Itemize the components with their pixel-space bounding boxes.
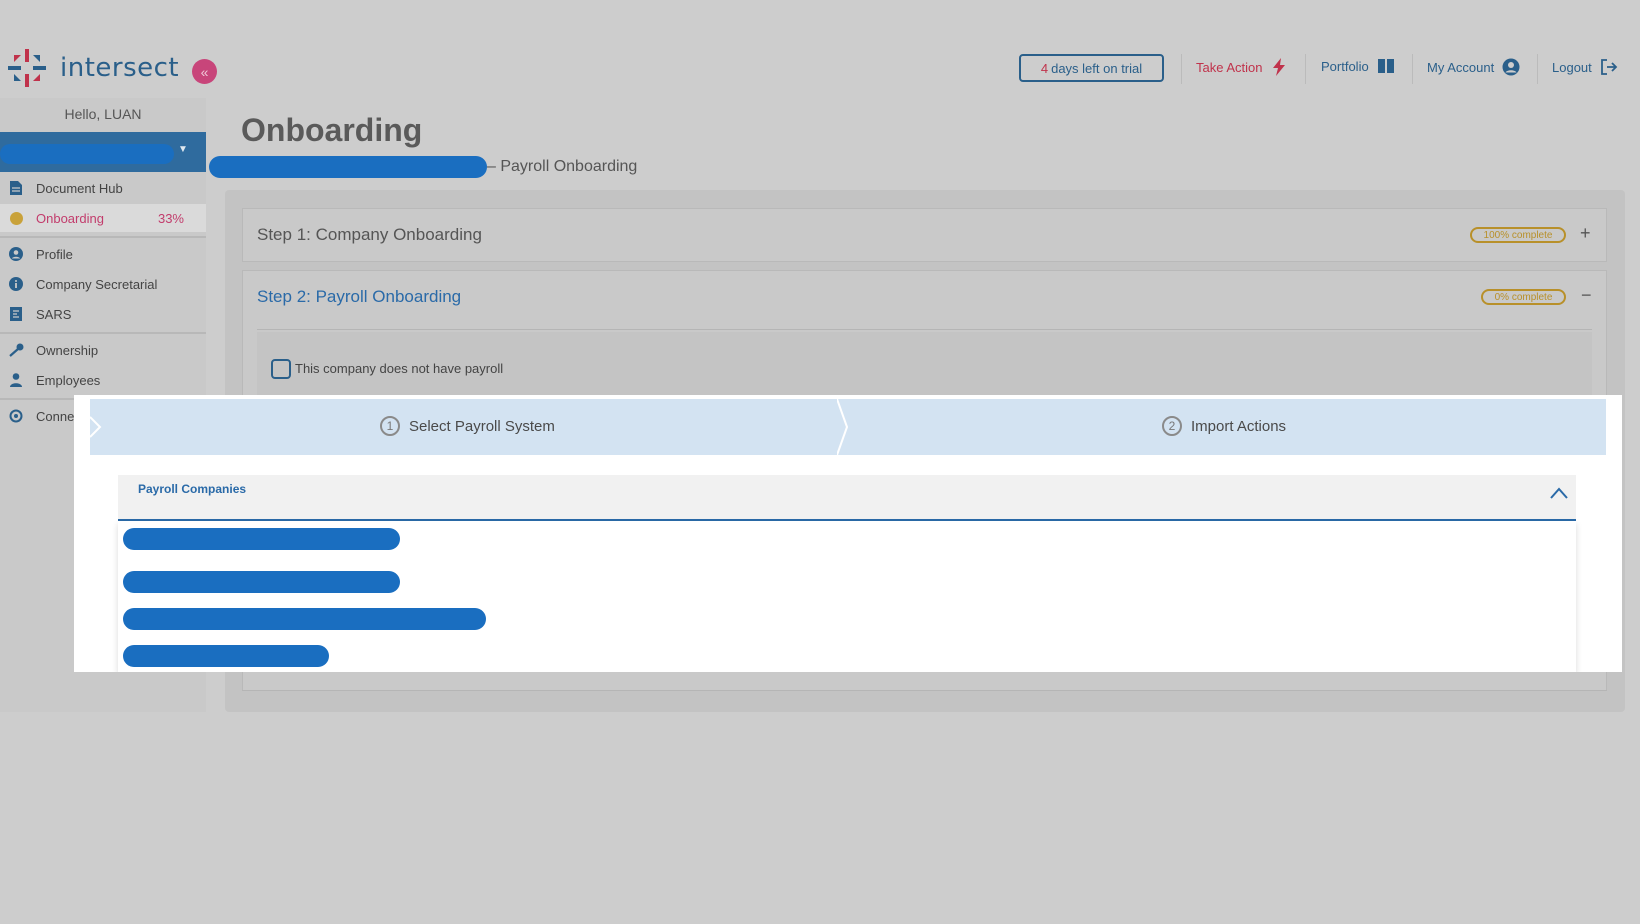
sidebar-item-label: Profile: [36, 246, 73, 262]
divider: [242, 690, 1607, 691]
divider: [257, 329, 1592, 330]
user-circle-icon: [8, 247, 24, 261]
wizard-step-select-payroll-system[interactable]: 1 Select Payroll System: [380, 416, 555, 436]
onboarding-percent: 33%: [157, 210, 184, 226]
sidebar-item-employees[interactable]: Employees: [0, 366, 206, 394]
greeting: Hello, LUAN: [64, 106, 142, 122]
expand-icon[interactable]: +: [1580, 223, 1591, 244]
wizard-step-label: Import Actions: [1191, 417, 1287, 435]
sidebar-item-onboarding[interactable]: Onboarding 33%: [0, 204, 206, 232]
divider: [1305, 54, 1306, 84]
chevron-right-icon: [90, 416, 102, 438]
document-icon: [8, 181, 24, 195]
payroll-companies-select[interactable]: Payroll Companies: [118, 475, 1576, 521]
sidebar-item-label: Onboarding: [36, 210, 104, 226]
status-badge: 100% complete: [1470, 227, 1566, 243]
step-number: 1: [380, 416, 400, 436]
step-company-onboarding[interactable]: Step 1: Company Onboarding 100% complete…: [242, 208, 1607, 262]
my-account-link[interactable]: My Account: [1427, 58, 1520, 76]
sidebar-item-sars[interactable]: SARS: [0, 300, 206, 328]
no-payroll-card: This company does not have payroll: [257, 332, 1592, 402]
status-badge: 0% complete: [1481, 289, 1566, 305]
trial-badge[interactable]: 4 days left on trial: [1019, 54, 1164, 82]
logo[interactable]: intersect: [8, 49, 179, 87]
select-label: Payroll Companies: [138, 482, 247, 496]
info-icon: [8, 277, 24, 291]
trial-days: 4: [1040, 60, 1049, 76]
trial-text: days left on trial: [1051, 60, 1143, 76]
payroll-wizard-spotlight: 1 Select Payroll System 2 Import Actions…: [74, 395, 1622, 672]
portfolio-label: Portfolio: [1321, 58, 1369, 74]
person-icon: [8, 373, 24, 387]
connect-icon: [8, 409, 24, 423]
sidebar-item-label: Ownership: [36, 342, 99, 358]
divider: [1537, 54, 1538, 84]
redacted-company-name: [209, 156, 487, 178]
wizard-steps: 1 Select Payroll System 2 Import Actions: [90, 399, 1606, 455]
dropdown-option-redacted[interactable]: [123, 571, 400, 593]
dropdown-option-redacted[interactable]: [123, 528, 400, 550]
take-action-link[interactable]: Take Action: [1196, 58, 1287, 76]
key-icon: [8, 343, 24, 357]
wizard-step-import-actions[interactable]: 2 Import Actions: [1162, 416, 1286, 436]
progress-icon: [8, 211, 24, 225]
logout-link[interactable]: Logout: [1552, 58, 1618, 76]
sidebar-item-label: Document Hub: [36, 180, 123, 196]
chevron-up-icon[interactable]: [1550, 487, 1568, 499]
payroll-companies-options: [118, 521, 1576, 672]
take-action-label: Take Action: [1196, 59, 1263, 75]
collapse-sidebar-button[interactable]: «: [192, 59, 217, 84]
company-selector[interactable]: ▼: [0, 132, 206, 172]
page-title: Onboarding: [241, 112, 423, 148]
sidebar-item-profile[interactable]: Profile: [0, 240, 206, 268]
divider: [1181, 54, 1182, 84]
sidebar-item-document-hub[interactable]: Document Hub: [0, 174, 206, 202]
no-payroll-checkbox[interactable]: [271, 359, 291, 379]
collapse-icon[interactable]: −: [1581, 285, 1592, 306]
top-bar: intersect « 4 days left on trial Take Ac…: [0, 0, 1640, 98]
portfolio-link[interactable]: Portfolio: [1321, 58, 1395, 74]
my-account-label: My Account: [1427, 59, 1495, 75]
wizard-step-label: Select Payroll System: [409, 417, 555, 435]
book-icon: [1377, 59, 1394, 73]
logout-label: Logout: [1552, 59, 1592, 75]
step-title: Step 1: Company Onboarding: [257, 225, 482, 244]
page-subtitle: – Payroll Onboarding: [487, 158, 638, 175]
lightning-icon: [1272, 58, 1285, 76]
divider: [1412, 54, 1413, 84]
sidebar-item-label: Employees: [36, 372, 101, 388]
intersect-logo-icon: [8, 49, 46, 87]
sidebar-item-label: SARS: [36, 306, 72, 322]
chevron-right-icon: [837, 399, 849, 455]
sidebar-divider: [0, 332, 206, 334]
step-title[interactable]: Step 2: Payroll Onboarding: [257, 287, 461, 307]
step-number: 2: [1162, 416, 1182, 436]
dropdown-option-redacted[interactable]: [123, 645, 329, 667]
sidebar-divider: [0, 236, 206, 238]
sidebar-item-company-secretarial[interactable]: Company Secretarial: [0, 270, 206, 298]
dropdown-option-redacted[interactable]: [123, 608, 486, 630]
logout-icon: [1600, 59, 1618, 75]
sidebar-item-label: Company Secretarial: [36, 276, 158, 292]
account-icon: [1502, 58, 1520, 76]
sidebar-item-ownership[interactable]: Ownership: [0, 336, 206, 364]
no-payroll-label: This company does not have payroll: [295, 361, 504, 376]
tax-icon: [8, 307, 24, 321]
logo-text: intersect: [60, 53, 180, 83]
caret-down-icon: ▼: [178, 144, 188, 155]
redacted-company-name: [0, 144, 174, 164]
